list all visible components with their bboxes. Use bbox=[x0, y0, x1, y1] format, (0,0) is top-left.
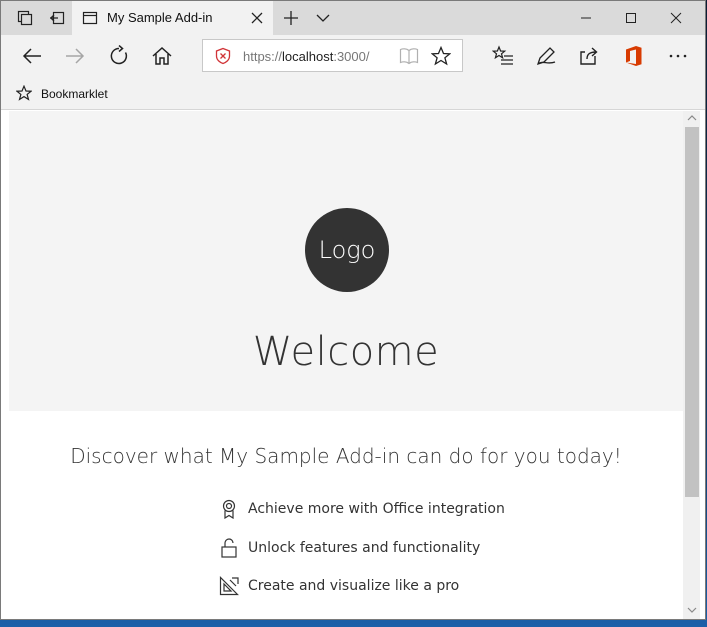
scroll-up-arrow-icon[interactable] bbox=[687, 114, 697, 122]
feature-label: Unlock features and functionality bbox=[248, 540, 481, 556]
close-icon bbox=[670, 12, 682, 24]
browser-window: My Sample Add-in https://localhost:3000/… bbox=[0, 0, 706, 620]
minimize-icon bbox=[581, 17, 591, 19]
logo: Logo bbox=[305, 208, 389, 292]
chevron-down-icon[interactable] bbox=[314, 9, 332, 27]
unlock-icon bbox=[218, 537, 240, 559]
navigation-bar: https://localhost:3000/ bbox=[1, 35, 705, 77]
address-bar[interactable]: https://localhost:3000/ bbox=[202, 39, 463, 72]
office-icon[interactable] bbox=[621, 43, 647, 69]
tab-actions-icon[interactable] bbox=[16, 9, 34, 27]
ribbon-icon bbox=[218, 498, 240, 520]
maximize-icon bbox=[626, 13, 636, 23]
share-icon[interactable] bbox=[576, 43, 602, 69]
book-icon[interactable] bbox=[399, 47, 419, 65]
vertical-scrollbar[interactable] bbox=[683, 111, 700, 619]
star-icon[interactable] bbox=[431, 46, 451, 66]
hero-section: Logo Welcome bbox=[9, 111, 683, 411]
title-bar: My Sample Add-in bbox=[1, 1, 705, 35]
minimize-button[interactable] bbox=[563, 1, 609, 35]
tab-title: My Sample Add-in bbox=[107, 10, 213, 25]
url-text[interactable]: https://localhost:3000/ bbox=[243, 49, 370, 64]
maximize-button[interactable] bbox=[608, 1, 654, 35]
feature-item: Achieve more with Office integration bbox=[218, 498, 505, 520]
tab-active[interactable]: My Sample Add-in bbox=[72, 1, 273, 35]
ellipsis-icon[interactable] bbox=[665, 43, 691, 69]
feature-label: Create and visualize like a pro bbox=[248, 578, 460, 594]
forward-arrow-icon[interactable] bbox=[62, 43, 88, 69]
welcome-heading: Welcome bbox=[252, 329, 440, 375]
page-icon bbox=[82, 10, 98, 26]
design-icon bbox=[218, 575, 240, 597]
close-tab-icon[interactable] bbox=[249, 10, 265, 26]
scrollbar-thumb[interactable] bbox=[685, 127, 699, 497]
favorites-list-icon[interactable] bbox=[490, 43, 516, 69]
feature-item: Create and visualize like a pro bbox=[218, 575, 459, 597]
star-icon bbox=[16, 85, 32, 101]
url-suffix: :3000/ bbox=[333, 49, 370, 64]
url-host: localhost bbox=[282, 49, 334, 64]
home-icon[interactable] bbox=[149, 43, 175, 69]
shield-warning-icon[interactable] bbox=[214, 47, 232, 65]
url-prefix: https:// bbox=[243, 49, 283, 64]
tagline: Discover what My Sample Add-in can do fo… bbox=[70, 444, 622, 468]
refresh-icon[interactable] bbox=[106, 43, 132, 69]
bookmarklet-link[interactable]: Bookmarklet bbox=[41, 87, 108, 101]
new-tab-plus-icon[interactable] bbox=[282, 9, 300, 27]
scroll-down-arrow-icon[interactable] bbox=[687, 606, 697, 614]
back-arrow-icon[interactable] bbox=[19, 43, 45, 69]
feature-item: Unlock features and functionality bbox=[218, 537, 480, 559]
pen-icon[interactable] bbox=[533, 43, 559, 69]
page-content: Logo Welcome Discover what My Sample Add… bbox=[9, 111, 683, 619]
set-aside-tabs-icon[interactable] bbox=[48, 9, 66, 27]
favorites-bar: Bookmarklet bbox=[1, 77, 705, 110]
feature-label: Achieve more with Office integration bbox=[248, 501, 505, 517]
close-window-button[interactable] bbox=[653, 1, 699, 35]
